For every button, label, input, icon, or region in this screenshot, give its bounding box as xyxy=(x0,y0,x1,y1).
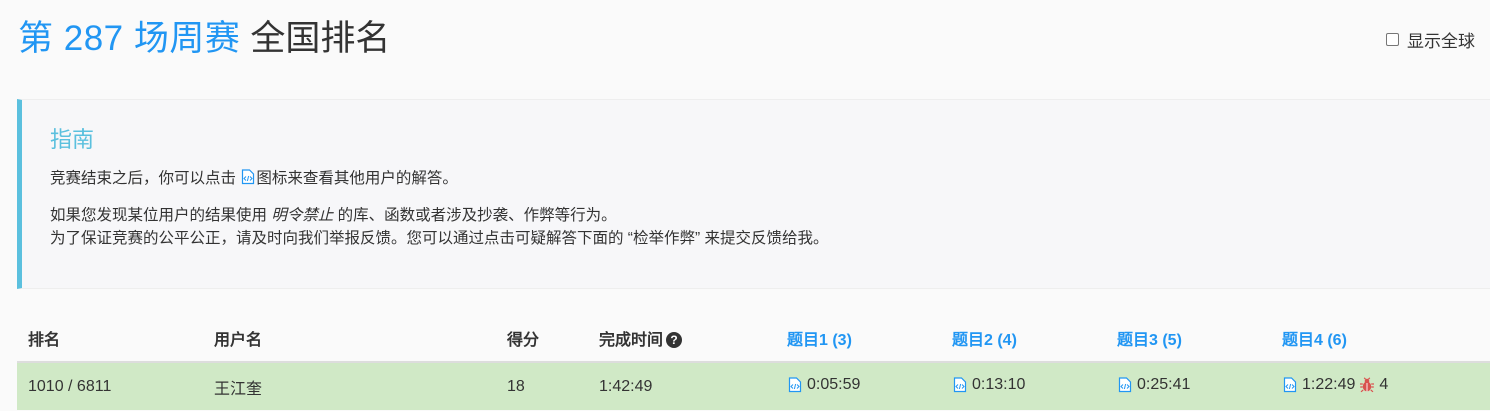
q1-cell: 0:05:59 xyxy=(776,362,941,410)
guide-panel: 指南 竞赛结束之后，你可以点击 图标来查看其他用户的解答。 如果您发现某位用户的… xyxy=(17,99,1490,289)
file-code-icon xyxy=(241,169,255,185)
col-finish-time-label: 完成时间 xyxy=(599,331,664,349)
guide-line-1-suffix: 图标来查看其他用户的解答。 xyxy=(256,170,458,187)
page-title: 第 287 场周赛 全国排名 xyxy=(18,10,390,60)
guide-line-1: 竞赛结束之后，你可以点击 图标来查看其他用户的解答。 xyxy=(50,167,1490,190)
guide-line-2-3: 如果您发现某位用户的结果使用 明令禁止 的库、函数或者涉及抄袭、作弊等行为。为了… xyxy=(50,204,1490,250)
q4-cell: 1:22:49 4 xyxy=(1271,362,1490,410)
global-ranking-label: 显示全球 xyxy=(1407,32,1475,51)
col-rank: 排名 xyxy=(17,314,203,363)
guide-line-2-prefix: 如果您发现某位用户的结果使用 xyxy=(50,207,268,224)
score-cell: 18 xyxy=(496,362,588,410)
col-question-1[interactable]: 题目1 (3) xyxy=(776,314,941,363)
col-finish-time: 完成时间? xyxy=(588,314,776,363)
guide-line-1-prefix: 竞赛结束之后，你可以点击 xyxy=(50,170,237,187)
ranking-table: 排名 用户名 得分 完成时间? 题目1 (3) 题目2 (4) 题目3 (5) … xyxy=(17,314,1490,410)
q3-time: 0:25:41 xyxy=(1137,375,1191,393)
table-row: 1010 / 6811 王江奎 18 1:42:49 0:05:59 0:13:… xyxy=(17,362,1490,410)
bug-icon xyxy=(1359,376,1375,393)
contest-title-link[interactable]: 第 287 场周赛 xyxy=(18,10,240,61)
col-username: 用户名 xyxy=(203,314,496,363)
q4-penalty: 4 xyxy=(1379,375,1389,393)
guide-line-3: 为了保证竞赛的公平公正，请及时向我们举报反馈。您可以通过点击可疑解答下面的 “检… xyxy=(50,230,829,247)
global-ranking-checkbox[interactable] xyxy=(1386,33,1399,46)
q2-cell: 0:13:10 xyxy=(941,362,1106,410)
file-code-icon[interactable] xyxy=(1283,376,1297,393)
question-circle-icon[interactable]: ? xyxy=(666,331,683,348)
q2-time: 0:13:10 xyxy=(972,375,1026,393)
q4-time: 1:22:49 xyxy=(1302,375,1356,393)
finish-time-cell: 1:42:49 xyxy=(588,362,776,410)
username-cell: 王江奎 xyxy=(203,362,496,410)
ranking-title: 全国排名 xyxy=(250,19,391,58)
file-code-icon[interactable] xyxy=(953,376,967,393)
rank-cell: 1010 / 6811 xyxy=(17,362,203,410)
guide-title: 指南 xyxy=(50,127,95,152)
global-ranking-toggle[interactable]: 显示全球 xyxy=(1386,27,1475,52)
table-header-row: 排名 用户名 得分 完成时间? 题目1 (3) 题目2 (4) 题目3 (5) … xyxy=(17,314,1490,363)
guide-forbidden-text: 明令禁止 xyxy=(271,207,334,224)
file-code-icon[interactable] xyxy=(788,376,802,393)
guide-line-2-suffix: 的库、函数或者涉及抄袭、作弊等行为。 xyxy=(337,207,617,224)
q1-time: 0:05:59 xyxy=(807,375,861,393)
file-code-icon[interactable] xyxy=(1118,376,1132,393)
col-question-3[interactable]: 题目3 (5) xyxy=(1106,314,1271,363)
col-question-2[interactable]: 题目2 (4) xyxy=(941,314,1106,363)
col-score: 得分 xyxy=(496,314,588,363)
col-question-4[interactable]: 题目4 (6) xyxy=(1271,314,1490,363)
q3-cell: 0:25:41 xyxy=(1106,362,1271,410)
